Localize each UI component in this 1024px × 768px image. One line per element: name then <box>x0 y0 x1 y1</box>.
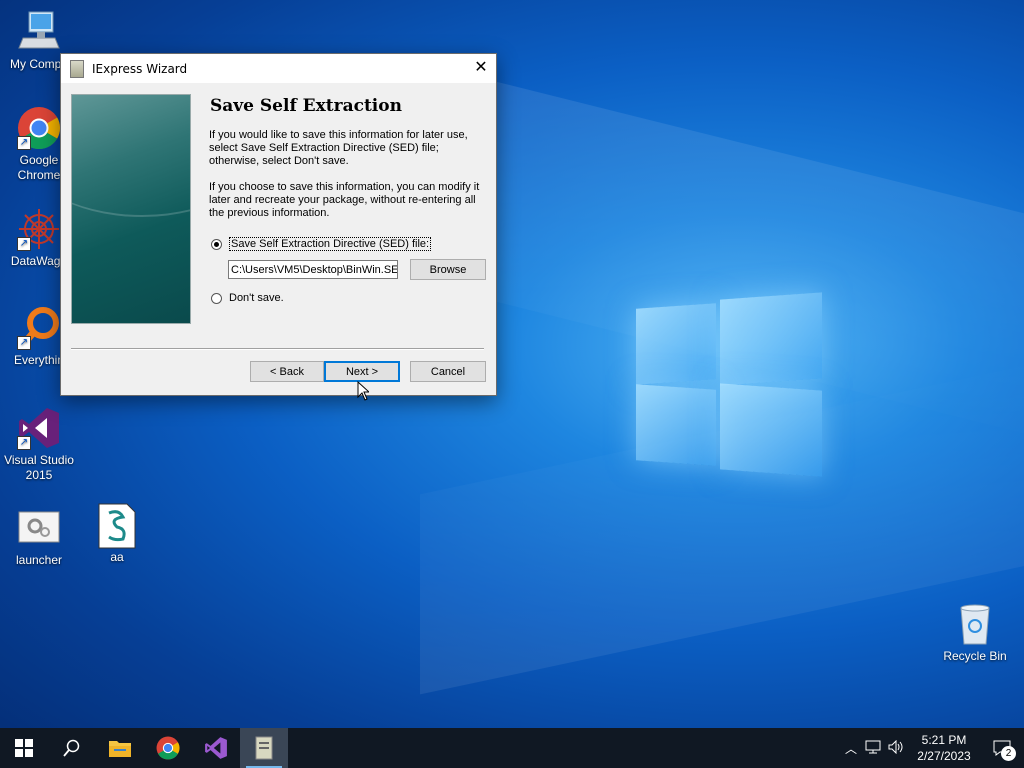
volume-button[interactable] <box>884 739 908 757</box>
chrome-icon <box>156 736 180 760</box>
wizard-side-image <box>71 94 191 324</box>
taskbar-file-explorer[interactable] <box>96 728 144 768</box>
start-button[interactable] <box>0 728 48 768</box>
gear-window-icon <box>17 506 61 550</box>
search-button[interactable] <box>48 728 96 768</box>
page-heading: Save Self Extraction Directive <box>210 96 402 118</box>
visual-studio-icon <box>205 737 227 759</box>
shortcut-arrow-icon: ↗ <box>17 237 31 251</box>
chevron-up-icon: ︿ <box>844 741 857 756</box>
clock-button[interactable]: 5:21 PM 2/27/2023 <box>908 732 980 764</box>
magnifier-icon: ↗ <box>17 306 61 350</box>
recycle-bin-icon <box>953 602 997 646</box>
close-button[interactable]: ✕ <box>466 54 496 83</box>
wallpaper-windows-logo <box>636 290 822 480</box>
volume-icon <box>888 739 903 754</box>
shortcut-arrow-icon: ↗ <box>17 136 31 150</box>
radio-dont-save-label: Don't save. <box>229 292 284 304</box>
radio-save-sed[interactable]: Save Self Extraction Directive (SED) fil… <box>211 237 432 251</box>
dialog-title: IExpress Wizard <box>92 61 188 76</box>
windows-start-icon <box>15 739 33 757</box>
iexpress-app-icon <box>70 59 84 78</box>
sed-path-input[interactable]: C:\Users\VM5\Desktop\BinWin.SE <box>228 260 398 279</box>
desktop-icon-launcher[interactable]: launcher <box>0 506 78 568</box>
instruction-text-2: If you choose to save this information, … <box>209 181 480 219</box>
network-button[interactable] <box>862 740 884 757</box>
sed-file-icon <box>95 503 139 549</box>
computer-icon <box>17 10 61 54</box>
desktop-icon-label: launcher <box>15 553 63 567</box>
taskbar-iexpress[interactable] <box>240 728 288 768</box>
radio-dont-save[interactable]: Don't save. <box>211 292 284 304</box>
shortcut-arrow-icon: ↗ <box>17 336 31 350</box>
desktop-icon-visual-studio[interactable]: ↗ Visual Studio 2015 <box>0 406 78 483</box>
search-icon <box>63 739 80 757</box>
folder-icon <box>109 741 131 757</box>
taskbar-chrome[interactable] <box>144 728 192 768</box>
radio-button-dont-save[interactable] <box>211 292 222 304</box>
clock-time: 5:21 PM <box>921 733 967 747</box>
desktop-icon-label: Recycle Bin <box>943 649 1007 663</box>
back-button[interactable]: < Back <box>250 361 324 382</box>
taskbar: ︿ 5:21 PM 2/27/2023 2 <box>0 728 1024 768</box>
radio-save-label: Save Self Extraction Directive (SED) fil… <box>229 237 432 251</box>
desktop-icon-aa[interactable]: aa <box>78 503 156 565</box>
chrome-icon: ↗ <box>17 106 61 150</box>
dialog-titlebar[interactable]: IExpress Wizard ✕ <box>61 54 496 83</box>
browse-button[interactable]: Browse <box>410 259 486 280</box>
clock-date: 2/27/2023 <box>917 749 971 763</box>
visual-studio-icon: ↗ <box>17 406 61 450</box>
datawago-icon: ↗ <box>17 207 61 251</box>
close-icon: ✕ <box>474 59 488 76</box>
show-hidden-icons-button[interactable]: ︿ <box>840 740 862 757</box>
mouse-cursor-icon <box>357 381 369 401</box>
radio-button-save[interactable] <box>211 238 222 250</box>
shortcut-arrow-icon: ↗ <box>17 436 31 450</box>
iexpress-app-icon <box>255 736 273 760</box>
instruction-text-1: If you would like to save this informati… <box>209 129 468 167</box>
notification-count-badge: 2 <box>1001 746 1016 761</box>
next-button[interactable]: Next > <box>324 361 400 382</box>
network-icon <box>865 740 881 753</box>
cancel-button[interactable]: Cancel <box>410 361 486 382</box>
taskbar-visual-studio[interactable] <box>192 728 240 768</box>
system-tray: ︿ 5:21 PM 2/27/2023 2 <box>840 728 1024 768</box>
desktop-icon-label: aa <box>110 550 124 564</box>
desktop-icon-recycle-bin[interactable]: Recycle Bin <box>936 602 1014 664</box>
button-separator <box>71 348 484 350</box>
iexpress-wizard-dialog: IExpress Wizard ✕ Save Self Extraction D… <box>60 53 497 396</box>
action-center-button[interactable]: 2 <box>980 728 1024 768</box>
desktop-icon-label: Visual Studio 2015 <box>4 453 74 482</box>
